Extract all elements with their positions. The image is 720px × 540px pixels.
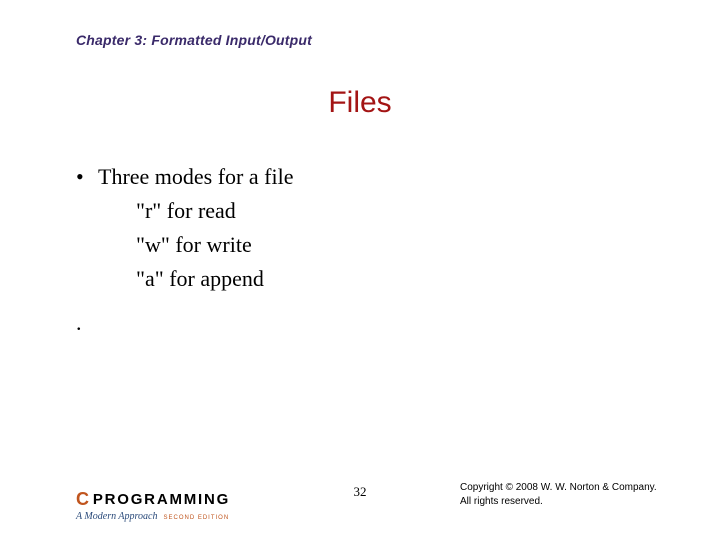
slide-title: Files — [0, 86, 720, 120]
slide-body: • Three modes for a file "r" for read "w… — [76, 160, 293, 296]
sub-item: "a" for append — [136, 262, 293, 296]
copyright: Copyright © 2008 W. W. Norton & Company.… — [460, 481, 657, 508]
copyright-line-2: All rights reserved. — [460, 495, 657, 509]
logo-programming: PROGRAMMING — [93, 491, 230, 508]
bullet-item: • Three modes for a file — [76, 160, 293, 194]
slide: Chapter 3: Formatted Input/Output Files … — [0, 0, 720, 540]
copyright-line-1: Copyright © 2008 W. W. Norton & Company. — [460, 481, 657, 495]
page-number: 32 — [354, 484, 367, 500]
bullet-text: Three modes for a file — [98, 160, 293, 194]
chapter-header: Chapter 3: Formatted Input/Output — [76, 32, 312, 48]
bullet-marker: • — [76, 160, 98, 194]
book-logo: CPROGRAMMING A Modern Approach SECOND EDI… — [76, 488, 230, 522]
logo-c-letter: C — [76, 489, 91, 510]
footer: CPROGRAMMING A Modern Approach SECOND EDI… — [0, 472, 720, 522]
logo-subtitle-text: A Modern Approach — [76, 511, 157, 522]
stray-period: . — [76, 310, 82, 336]
sub-item: "w" for write — [136, 228, 293, 262]
logo-wordmark: CPROGRAMMING — [76, 488, 230, 509]
logo-subtitle: A Modern Approach SECOND EDITION — [76, 511, 230, 522]
logo-edition: SECOND EDITION — [163, 515, 229, 521]
sub-item: "r" for read — [136, 194, 293, 228]
